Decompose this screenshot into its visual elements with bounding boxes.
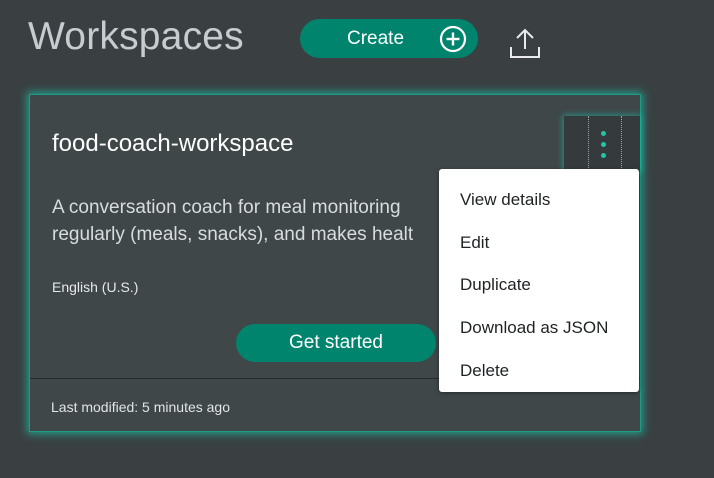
get-started-button[interactable]: Get started	[236, 324, 436, 362]
workspace-actions-menu: View details Edit Duplicate Download as …	[439, 169, 639, 392]
menu-item-download-json[interactable]: Download as JSON	[460, 317, 608, 339]
menu-item-delete[interactable]: Delete	[460, 360, 509, 382]
workspace-title[interactable]: food-coach-workspace	[52, 128, 293, 160]
last-modified-text: Last modified: 5 minutes ago	[51, 399, 230, 415]
menu-item-edit[interactable]: Edit	[460, 232, 489, 254]
create-workspace-button[interactable]: Create	[300, 19, 478, 58]
plus-circle-icon	[439, 25, 467, 53]
workspace-actions-button[interactable]	[564, 116, 640, 172]
upload-icon[interactable]	[508, 25, 542, 61]
create-button-label: Create	[347, 28, 405, 49]
workspace-language: English (U.S.)	[52, 279, 139, 295]
page-title: Workspaces	[28, 15, 244, 58]
menu-item-duplicate[interactable]: Duplicate	[460, 274, 531, 296]
menu-item-view-details[interactable]: View details	[460, 189, 550, 211]
